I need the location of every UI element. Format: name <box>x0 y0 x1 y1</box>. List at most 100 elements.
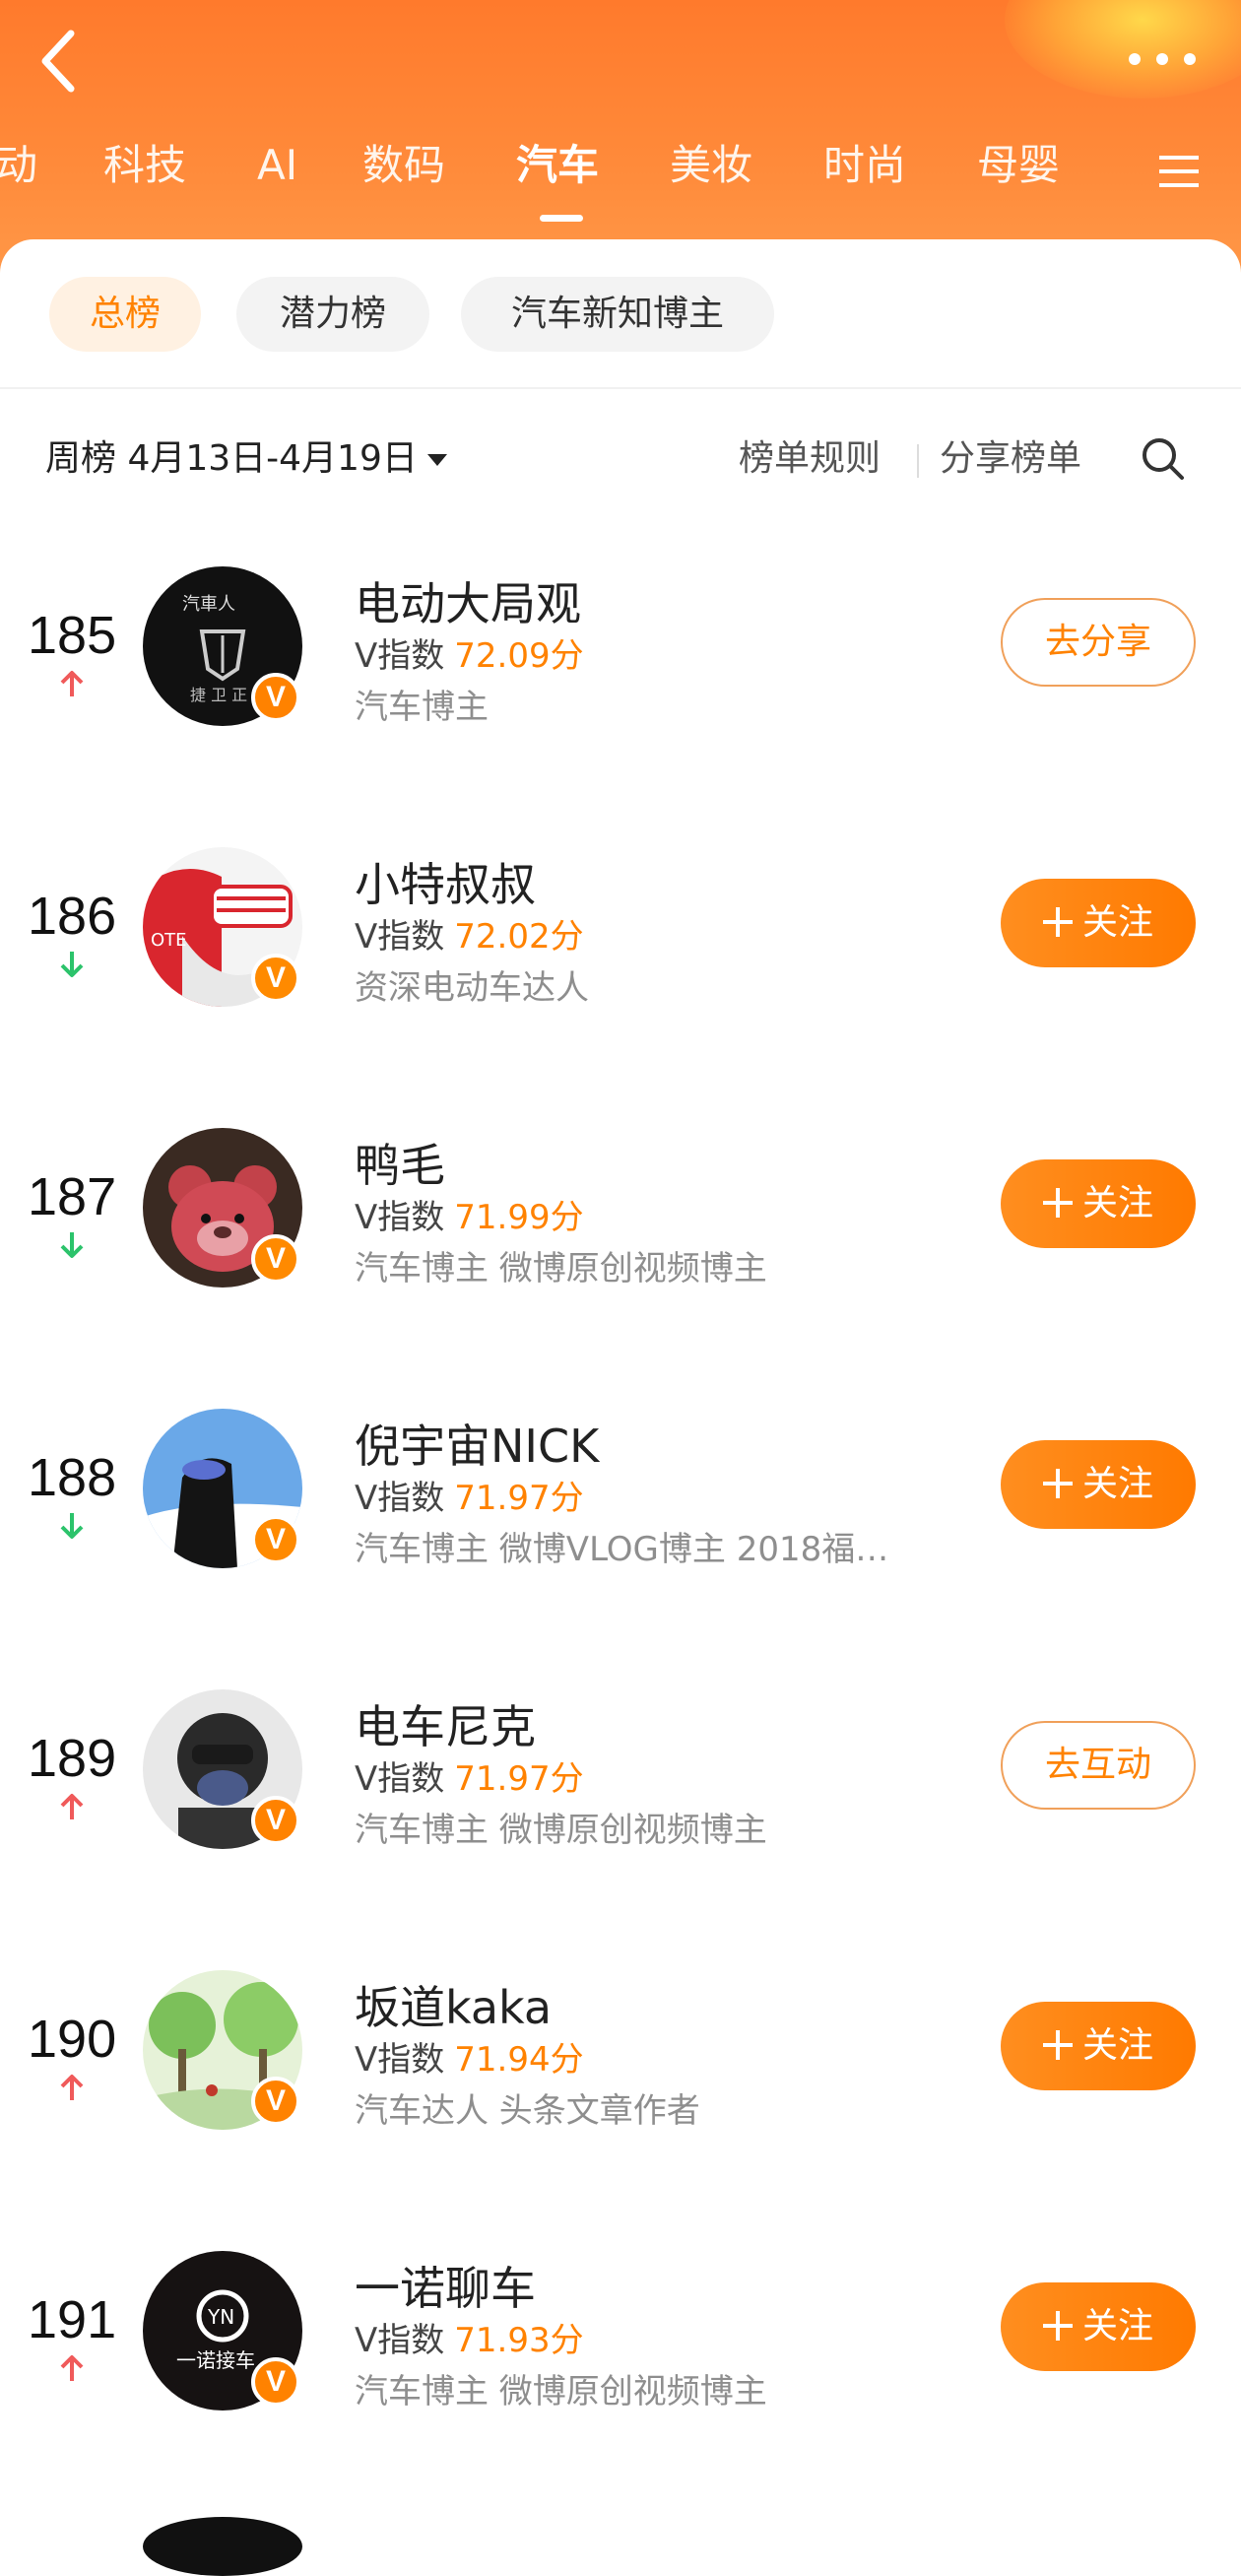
tab-tech[interactable]: 科技 <box>103 138 186 193</box>
verified-badge-icon: V <box>251 1796 300 1845</box>
verified-badge-icon: V <box>251 1234 300 1284</box>
chevron-left-icon <box>41 30 75 93</box>
verified-badge-icon: V <box>251 2077 300 2126</box>
follow-button[interactable]: 关注 <box>1001 2282 1196 2371</box>
tab-dong[interactable]: 动 <box>0 138 37 193</box>
tab-fashion[interactable]: 时尚 <box>823 138 906 193</box>
divider <box>0 387 1241 389</box>
tab-ai[interactable]: AI <box>257 138 297 193</box>
category-tabs: 动 科技 AI 数码 汽车 美妆 时尚 母婴 <box>0 138 1241 217</box>
blogger-name[interactable]: 电车尼克 <box>355 1697 536 1756</box>
v-index-score: 71.99分 <box>454 1198 584 1237</box>
v-index-score: 71.93分 <box>454 2321 584 2360</box>
rank-number: 188 <box>28 1448 117 1507</box>
plus-icon <box>1042 1469 1073 1498</box>
svg-text:OTE: OTE <box>151 930 187 951</box>
follow-button[interactable]: 关注 <box>1001 1159 1196 1248</box>
more-button[interactable] <box>1123 39 1202 79</box>
link-separator <box>917 444 919 478</box>
period-row: 周榜 4月13日-4月19日 榜单规则 分享榜单 <box>45 427 1198 492</box>
v-index-score: 72.02分 <box>454 917 584 957</box>
rank-number: 185 <box>28 606 117 665</box>
blogger-desc: 汽车达人 头条文章作者 <box>355 2091 700 2131</box>
svg-text:一诺接车: 一诺接车 <box>176 2348 255 2372</box>
svg-text:YN: YN <box>207 2305 234 2329</box>
verified-badge-icon: V <box>251 2357 300 2407</box>
plus-icon <box>1042 2030 1073 2060</box>
plus-icon <box>1042 907 1073 937</box>
share-list-link[interactable]: 分享榜单 <box>940 427 1081 492</box>
rank-entry[interactable]: 191 YN 一诺接车 V 一诺聊车 V指数 71.93分 汽车博主 微博原创视频… <box>0 2231 1241 2487</box>
chip-new-knowledge[interactable]: 汽车新知博主 <box>461 277 774 352</box>
blogger-name[interactable]: 电动大局观 <box>355 574 581 633</box>
chip-potential[interactable]: 潜力榜 <box>236 277 429 352</box>
tab-baby[interactable]: 母婴 <box>977 138 1060 193</box>
rules-link[interactable]: 榜单规则 <box>739 427 881 492</box>
trend-up-icon <box>60 1794 84 1819</box>
rank-number: 189 <box>28 1729 117 1788</box>
blogger-desc: 资深电动车达人 <box>355 968 589 1008</box>
follow-button[interactable]: 关注 <box>1001 1440 1196 1529</box>
v-index-score: 71.97分 <box>454 1479 584 1518</box>
v-index: V指数 71.97分 <box>355 1479 584 1518</box>
menu-button[interactable] <box>1157 152 1201 191</box>
trend-up-icon <box>60 671 84 696</box>
rank-entry[interactable]: 188 V 倪宇宙NICK V指数 71.97分 汽车博主 微博VLOG博主 20… <box>0 1389 1241 1645</box>
tab-digital[interactable]: 数码 <box>362 138 445 193</box>
rank-entry[interactable]: 189 V 电车尼克 V指数 71.97分 汽车博主 微博原创视频博主 去互动 <box>0 1670 1241 1926</box>
blogger-desc: 汽车博主 微博原创视频博主 <box>355 1249 767 1288</box>
verified-badge-icon: V <box>251 673 300 722</box>
v-index: V指数 72.02分 <box>355 917 584 957</box>
tab-auto[interactable]: 汽车 <box>516 138 599 193</box>
rank-number: 190 <box>28 2010 117 2069</box>
v-index: V指数 71.99分 <box>355 1198 584 1237</box>
plus-icon <box>1042 1188 1073 1218</box>
rank-number: 187 <box>28 1167 117 1226</box>
blogger-name[interactable]: 一诺聊车 <box>355 2259 536 2318</box>
trend-down-icon <box>60 1513 84 1539</box>
interact-button[interactable]: 去互动 <box>1001 1721 1196 1810</box>
next-avatar-peek <box>143 2517 302 2576</box>
v-index-score: 71.94分 <box>454 2040 584 2080</box>
blogger-name[interactable]: 鸭毛 <box>355 1136 445 1195</box>
blogger-desc: 汽车博主 微博原创视频博主 <box>355 2372 767 2411</box>
plus-icon <box>1042 2311 1073 2341</box>
search-icon <box>1143 438 1184 480</box>
period-selector[interactable]: 周榜 4月13日-4月19日 <box>45 427 447 492</box>
rank-number: 191 <box>28 2290 117 2349</box>
tab-beauty[interactable]: 美妆 <box>670 138 752 193</box>
v-index: V指数 71.97分 <box>355 1759 584 1799</box>
trend-down-icon <box>60 1232 84 1258</box>
chip-overall[interactable]: 总榜 <box>49 277 201 352</box>
blogger-name[interactable]: 小特叔叔 <box>355 855 536 914</box>
rank-entry[interactable]: 185 汽車人 捷 卫 正 V 电动大局观 V指数 72.09分 汽车博主 去分享 <box>0 547 1241 803</box>
trend-up-icon <box>60 2075 84 2100</box>
more-dots-icon <box>1129 53 1196 65</box>
rank-number: 186 <box>28 887 117 946</box>
caret-down-icon <box>426 454 447 466</box>
share-button[interactable]: 去分享 <box>1001 598 1196 687</box>
v-index: V指数 71.93分 <box>355 2321 584 2360</box>
blogger-desc: 汽车博主 微博VLOG博主 2018福… <box>355 1530 889 1569</box>
trend-down-icon <box>60 952 84 977</box>
blogger-desc: 汽车博主 微博原创视频博主 <box>355 1811 767 1850</box>
back-button[interactable] <box>30 22 89 100</box>
blogger-name[interactable]: 倪宇宙NICK <box>355 1417 599 1476</box>
v-index: V指数 71.94分 <box>355 2040 584 2080</box>
v-index-score: 71.97分 <box>454 1759 584 1799</box>
verified-badge-icon: V <box>251 1515 300 1564</box>
svg-text:捷 卫 正: 捷 卫 正 <box>190 686 247 704</box>
blogger-name[interactable]: 坂道kaka <box>355 1978 552 2037</box>
verified-badge-icon: V <box>251 954 300 1003</box>
svg-text:汽車人: 汽車人 <box>182 594 235 615</box>
rank-entry[interactable]: 186 OTE V 小特叔叔 V指数 72.02分 资深电动车达人 关注 <box>0 827 1241 1084</box>
menu-icon <box>1159 156 1199 187</box>
v-index-score: 72.09分 <box>454 636 584 676</box>
rank-entry[interactable]: 187 V 鸭毛 V指数 71.99分 汽车博主 微博原创视频博主 关注 <box>0 1108 1241 1364</box>
follow-button[interactable]: 关注 <box>1001 879 1196 967</box>
period-label: 周榜 4月13日-4月19日 <box>45 438 418 479</box>
search-button[interactable] <box>1139 434 1188 484</box>
rank-entry[interactable]: 190 V 坂道kaka V指数 71.94分 汽车达人 头条文章作者 关注 <box>0 1950 1241 2207</box>
follow-button[interactable]: 关注 <box>1001 2002 1196 2090</box>
v-index: V指数 72.09分 <box>355 636 584 676</box>
